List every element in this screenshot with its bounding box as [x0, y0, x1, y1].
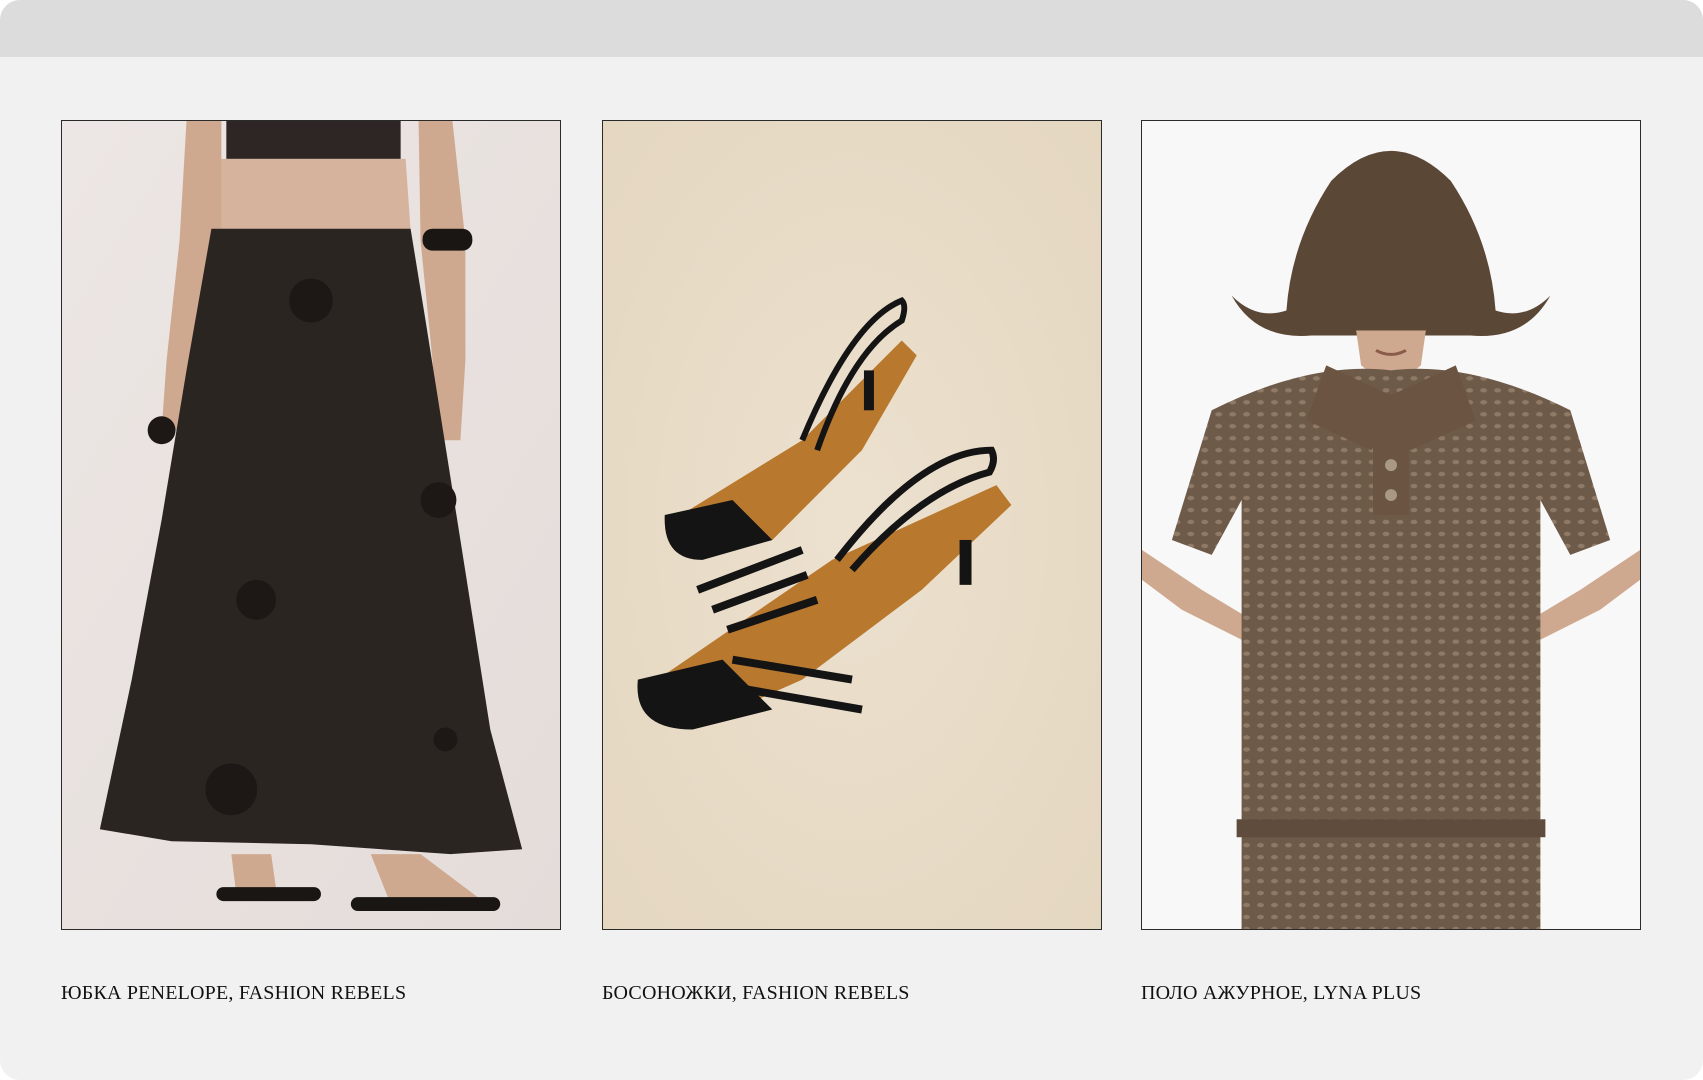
product-card-polo[interactable]: ПОЛО АЖУРНОЕ, LYNA PLUS — [1141, 120, 1641, 1004]
sandals-illustration — [603, 121, 1101, 929]
polo-illustration — [1142, 121, 1640, 929]
polo-photo[interactable] — [1141, 120, 1641, 930]
sandals-photo[interactable] — [602, 120, 1102, 930]
skirt-photo[interactable] — [61, 120, 561, 930]
product-caption[interactable]: ЮБКА PENELOPE, FASHION REBELS — [61, 982, 406, 1005]
product-card-sandals[interactable]: БОСОНОЖКИ, FASHION REBELS — [602, 120, 1102, 1004]
window-top-bar — [0, 0, 1703, 57]
product-caption[interactable]: ПОЛО АЖУРНОЕ, LYNA PLUS — [1141, 982, 1421, 1005]
skirt-illustration — [62, 121, 560, 929]
product-caption[interactable]: БОСОНОЖКИ, FASHION REBELS — [602, 982, 910, 1005]
product-card-skirt[interactable]: ЮБКА PENELOPE, FASHION REBELS — [61, 120, 561, 1004]
app-window: ЮБКА PENELOPE, FASHION REBELS БОСОНОЖКИ,… — [0, 0, 1703, 1080]
